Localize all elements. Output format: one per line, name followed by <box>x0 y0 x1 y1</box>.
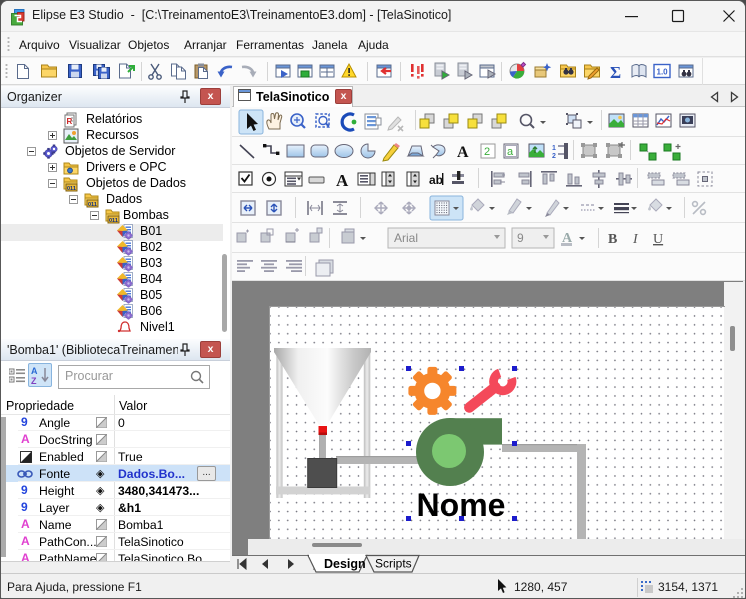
svg-text:9: 9 <box>517 231 524 245</box>
svg-text:2: 2 <box>552 153 556 160</box>
svg-text:ab: ab <box>429 173 443 187</box>
svg-text:A: A <box>336 171 349 190</box>
svg-text:011: 011 <box>88 202 97 208</box>
svg-text:Arial: Arial <box>394 231 418 245</box>
svg-text:Z: Z <box>31 376 37 385</box>
svg-text:U: U <box>653 232 663 247</box>
svg-text:B: B <box>608 232 617 247</box>
svg-text:Scripts: Scripts <box>375 557 412 571</box>
svg-text:a: a <box>507 146 514 158</box>
svg-text:Σ: Σ <box>610 63 621 82</box>
svg-text:011: 011 <box>67 186 76 192</box>
svg-text:I: I <box>632 232 639 247</box>
svg-text:Design: Design <box>324 557 366 571</box>
svg-text:2: 2 <box>484 146 490 158</box>
svg-text:1.0: 1.0 <box>657 68 669 77</box>
svg-text:A: A <box>31 366 38 376</box>
svg-text:A: A <box>457 144 469 161</box>
svg-text:1: 1 <box>552 145 556 152</box>
